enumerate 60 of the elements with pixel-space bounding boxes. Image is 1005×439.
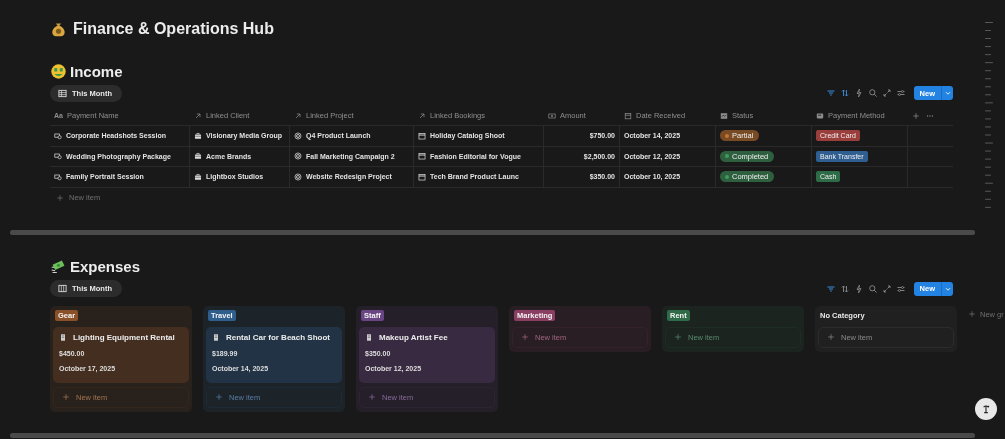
number-icon [548,111,556,120]
plus-icon [62,393,70,401]
scrollbar-thumb[interactable] [10,432,975,438]
plus-icon [674,333,682,341]
add-column-icon[interactable] [912,111,920,120]
expand-icon[interactable] [881,88,892,98]
receipt-icon [365,332,373,342]
target-icon [294,131,302,140]
filter-icon[interactable] [825,283,836,294]
sort-icon[interactable] [839,283,850,294]
lightning-icon[interactable] [853,283,864,294]
new-dropdown-button[interactable] [941,281,953,296]
lightning-icon[interactable] [853,88,864,98]
plus-icon [521,333,529,341]
settings-icon[interactable] [895,88,906,98]
arrow-icon [194,111,202,120]
calendar-icon [624,111,632,120]
card-title: Rental Car for Beach Shoot [226,332,330,342]
sort-icon[interactable] [839,88,850,98]
expand-icon[interactable] [881,283,892,294]
scrollbar-thumb[interactable] [10,229,975,235]
receipt-icon [59,332,67,342]
cash-icon [54,172,62,181]
plus-icon [56,193,64,202]
cash-icon [54,131,62,140]
plus-icon [368,393,376,401]
cash-icon [54,152,62,161]
new-dropdown-button[interactable] [941,86,953,100]
arrow-icon [294,111,302,120]
target-icon [294,172,302,181]
page-title: Finance & Operations Hub [73,20,274,38]
section-heading: Income [70,62,123,80]
plus-icon [827,333,835,341]
arrow-icon [418,111,426,120]
plus-icon [215,393,223,401]
card-title: Makeup Artist Fee [379,332,448,342]
plus-icon [968,310,976,318]
briefcase-icon [194,131,202,140]
briefcase-icon [194,172,202,181]
target-icon [294,152,302,161]
calendar-icon [418,172,426,181]
search-icon[interactable] [867,88,878,98]
caret-icon [943,89,952,97]
board-icon [58,284,67,293]
calendar-icon [418,152,426,161]
status-icon [720,111,728,120]
flying-money-icon [50,258,67,275]
calendar-icon [418,131,426,140]
filter-icon[interactable] [825,88,836,98]
help-icon [980,403,992,415]
help-button[interactable] [975,398,997,420]
search-icon[interactable] [867,283,878,294]
card-title: Lighting Equipment Rental [73,332,175,342]
briefcase-icon [194,152,202,161]
table-icon [58,88,67,98]
receipt-icon [212,332,220,342]
section-heading: Expenses [70,258,141,275]
settings-icon[interactable] [895,283,906,294]
select-icon [816,111,824,120]
money-face-icon [50,62,67,80]
